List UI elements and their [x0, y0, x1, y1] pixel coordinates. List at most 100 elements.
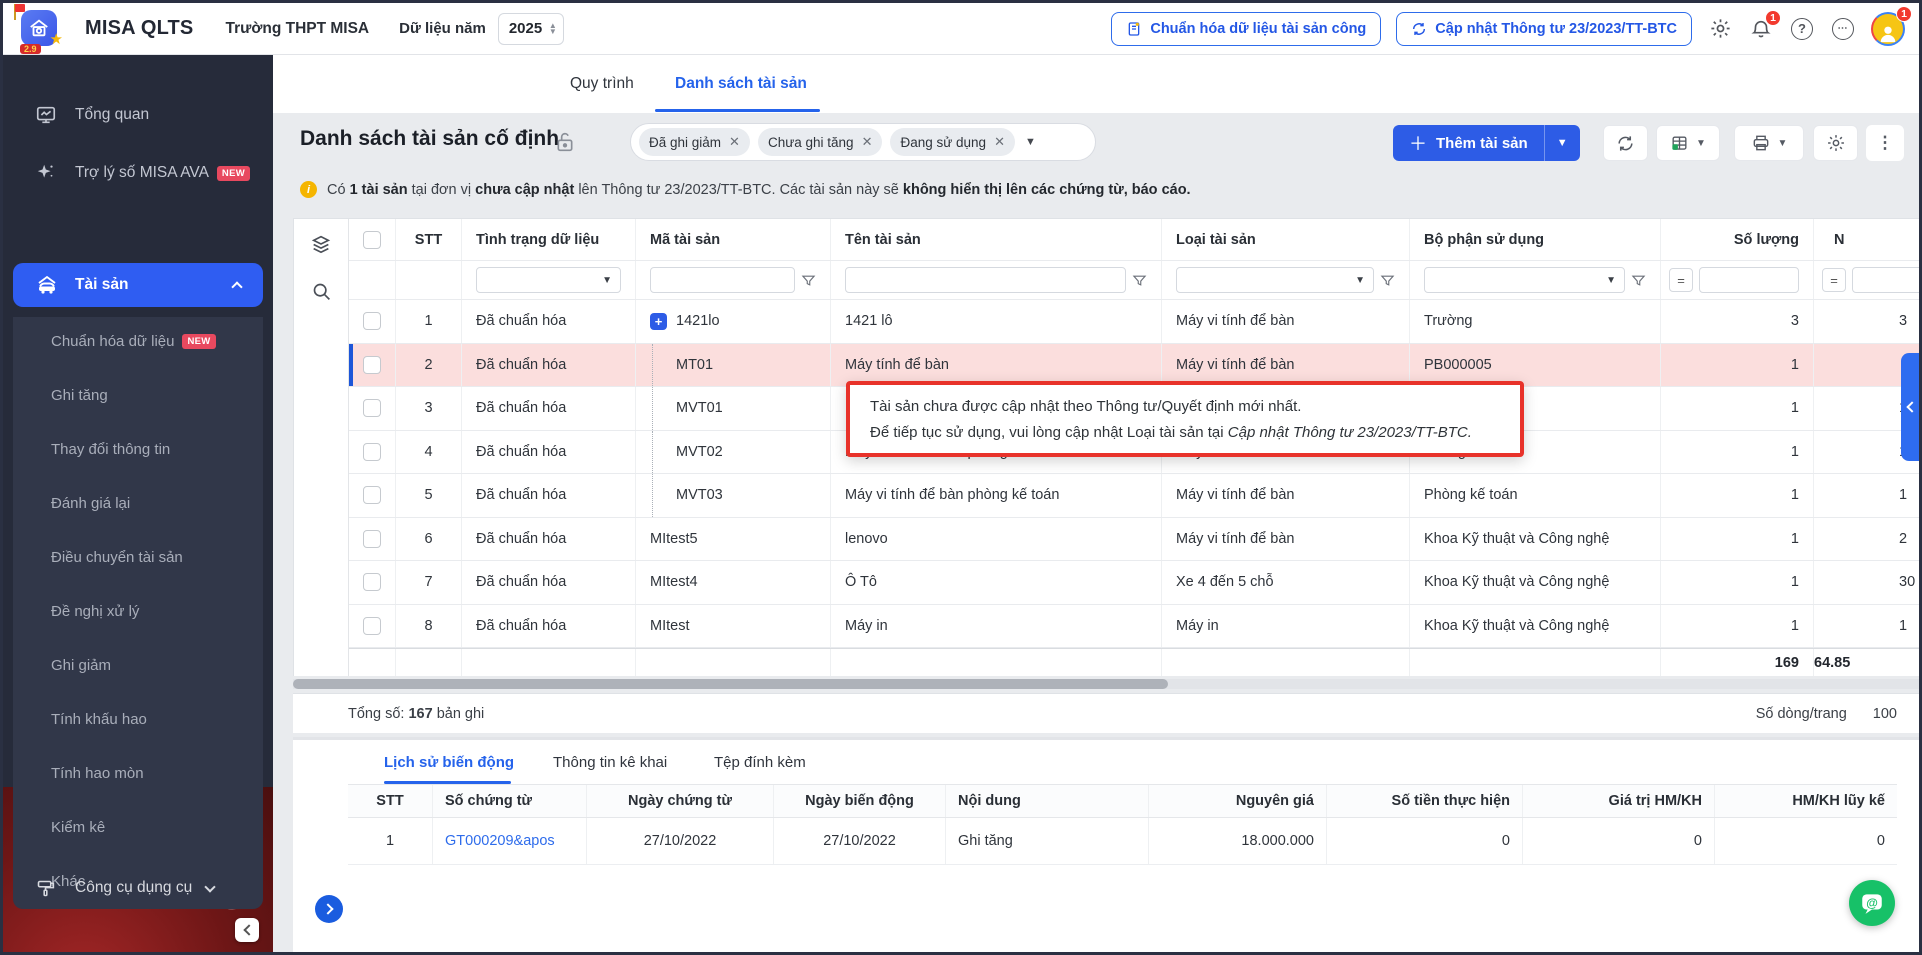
sidebar-collapse-button[interactable] [235, 918, 259, 942]
side-panel-toggle[interactable] [1901, 353, 1919, 461]
expand-plus-icon[interactable]: + [650, 313, 667, 330]
col-so-luong[interactable]: Số lượng [1661, 219, 1814, 260]
type-filter-select[interactable]: ▼ [1176, 267, 1374, 293]
row-checkbox[interactable] [363, 486, 381, 504]
submenu-ghi-giam[interactable]: Ghi giảm [3, 645, 253, 685]
horizontal-scrollbar[interactable] [293, 679, 1922, 689]
equals-operator[interactable]: = [1822, 268, 1846, 292]
close-icon[interactable]: ✕ [862, 134, 873, 150]
scrollbar-thumb[interactable] [293, 679, 1168, 689]
filter-chip[interactable]: Chưa ghi tăng✕ [758, 128, 883, 156]
close-icon[interactable]: ✕ [994, 134, 1005, 150]
chip-dropdown-caret-icon[interactable]: ▼ [1025, 136, 1036, 148]
user-avatar[interactable]: 1 [1871, 12, 1905, 46]
submenu-ghi-tang[interactable]: Ghi tăng [3, 375, 253, 415]
filter-chip[interactable]: Đang sử dụng✕ [890, 128, 1015, 156]
row-checkbox[interactable] [363, 443, 381, 461]
notification-badge: 1 [1765, 10, 1781, 26]
filter-chip[interactable]: Đã ghi giảm✕ [639, 128, 750, 156]
organization-name[interactable]: Trường THPT MISA [225, 20, 369, 38]
add-asset-split-button[interactable]: ＋ Thêm tài sản ▼ [1393, 125, 1580, 161]
tooltip-link[interactable]: Cập nhật Thông tư 23/2023/TT-BTC. [1228, 424, 1472, 441]
more-apps-icon[interactable]: ⋯ [1830, 16, 1856, 42]
table-settings-button[interactable] [1813, 125, 1858, 161]
equals-operator[interactable]: = [1669, 268, 1693, 292]
app-window: ★ 2.9 MISA QLTS Trường THPT MISA Dữ liệu… [0, 0, 1922, 955]
qty-filter-input[interactable] [1699, 267, 1799, 293]
tab-thong-tin-ke-khai[interactable]: Thông tin kê khai [553, 740, 667, 784]
notifications-bell-icon[interactable]: 1 [1748, 16, 1774, 42]
row-checkbox[interactable] [363, 312, 381, 330]
total-cost: 64.85 [1814, 649, 1922, 676]
funnel-filter-icon[interactable] [801, 273, 816, 288]
update-circular-button[interactable]: Cập nhật Thông tư 23/2023/TT-BTC [1396, 12, 1692, 46]
more-options-button[interactable]: ⋮ [1866, 125, 1904, 161]
year-selector[interactable]: 2025 ▲▼ [498, 13, 564, 45]
export-excel-button[interactable]: ▼ [1656, 125, 1720, 161]
sidebar-item-tai-san[interactable]: Tài sản [13, 263, 263, 307]
tab-tep-dinh-kem[interactable]: Tệp đính kèm [714, 740, 806, 784]
table-row[interactable]: 7 Đã chuẩn hóa MItest4 Ô Tô Xe 4 đến 5 c… [349, 561, 1922, 605]
row-checkbox[interactable] [363, 573, 381, 591]
print-button[interactable]: ▼ [1734, 125, 1804, 161]
add-asset-button[interactable]: ＋ Thêm tài sản [1393, 125, 1544, 161]
table-row[interactable]: 1 Đã chuẩn hóa +1421lo 1421 lô Máy vi tí… [349, 300, 1922, 344]
col-nguyen-gia[interactable]: N [1814, 219, 1922, 260]
dept-filter-select[interactable]: ▼ [1424, 267, 1625, 293]
rows-per-page-value[interactable]: 100 [1873, 706, 1897, 722]
refresh-button[interactable] [1603, 125, 1648, 161]
tab-danh-sach-tai-san[interactable]: Danh sách tài sản [675, 55, 807, 113]
standardize-public-assets-button[interactable]: Chuẩn hóa dữ liệu tài sản công [1111, 12, 1381, 46]
sidebar-item-tong-quan[interactable]: Tổng quan [3, 93, 273, 137]
sidebar-item-misa-ava[interactable]: Trợ lý số MISA AVA NEW [3, 151, 273, 195]
table-row[interactable]: 5 Đã chuẩn hóa MVT03 Máy vi tính để bàn … [349, 474, 1922, 518]
row-checkbox[interactable] [363, 617, 381, 635]
info-warning-icon: i [300, 181, 317, 198]
code-filter-input[interactable] [650, 267, 795, 293]
settings-gear-icon[interactable] [1707, 16, 1733, 42]
submenu-de-nghi-xu-ly[interactable]: Đề nghị xử lý [3, 591, 253, 631]
search-icon[interactable] [311, 281, 332, 302]
row-checkbox[interactable] [363, 356, 381, 374]
year-stepper[interactable]: ▲▼ [549, 23, 557, 35]
col-ten-tai-san[interactable]: Tên tài sản [831, 219, 1162, 260]
submenu-tinh-khau-hao[interactable]: Tính khấu hao [3, 699, 253, 739]
col-loai-tai-san[interactable]: Loại tài sản [1162, 219, 1410, 260]
layers-icon[interactable] [310, 233, 332, 255]
submenu-kiem-ke[interactable]: Kiểm kê [3, 807, 253, 847]
history-row[interactable]: 1 GT000209&apos 27/10/2022 27/10/2022 Gh… [348, 818, 1897, 865]
col-tinh-trang[interactable]: Tình trạng dữ liệu [462, 219, 636, 260]
status-filter-select[interactable]: ▼ [476, 267, 621, 293]
table-row[interactable]: 6 Đã chuẩn hóa MItest5 lenovo Máy vi tín… [349, 518, 1922, 562]
document-link[interactable]: GT000209&apos [445, 833, 555, 849]
submenu-danh-gia-lai[interactable]: Đánh giá lại [3, 483, 253, 523]
close-icon[interactable]: ✕ [729, 134, 740, 150]
tooltip-line2: Để tiếp tục sử dụng, vui lòng cập nhật L… [870, 420, 1500, 446]
expand-panel-button[interactable] [315, 895, 343, 923]
funnel-filter-icon[interactable] [1132, 273, 1147, 288]
help-icon[interactable]: ? [1789, 16, 1815, 42]
submenu-thay-doi-thong-tin[interactable]: Thay đổi thông tin [3, 429, 253, 469]
support-chat-button[interactable]: @ [1849, 880, 1895, 926]
row-checkbox[interactable] [363, 399, 381, 417]
tab-lich-su-bien-dong[interactable]: Lịch sử biến động [384, 740, 514, 784]
sidebar-item-cong-cu-dung-cu[interactable]: Công cụ dụng cụ [3, 868, 273, 908]
row-checkbox[interactable] [363, 530, 381, 548]
submenu-chuan-hoa-du-lieu[interactable]: Chuẩn hóa dữ liệu NEW [3, 321, 253, 361]
tab-quy-trinh[interactable]: Quy trình [570, 55, 634, 113]
name-filter-input[interactable] [845, 267, 1126, 293]
submenu-tinh-hao-mon[interactable]: Tính hao mòn [3, 753, 253, 793]
select-all-checkbox[interactable] [363, 231, 381, 249]
extra-filter-input[interactable] [1852, 267, 1922, 293]
funnel-filter-icon[interactable] [1380, 273, 1395, 288]
funnel-filter-icon[interactable] [1631, 273, 1646, 288]
col-stt[interactable]: STT [396, 219, 462, 260]
submenu-dieu-chuyen-tai-san[interactable]: Điều chuyển tài sản [3, 537, 253, 577]
col-ma-tai-san[interactable]: Mã tài sản [636, 219, 831, 260]
update-required-tooltip: Tài sản chưa được cập nhật theo Thông tư… [846, 381, 1524, 457]
table-row[interactable]: 8 Đã chuẩn hóa MItest Máy in Máy in Khoa… [349, 605, 1922, 649]
add-asset-dropdown[interactable]: ▼ [1544, 125, 1580, 161]
excel-grid-icon [1670, 134, 1689, 153]
lock-open-icon[interactable] [555, 131, 575, 153]
col-bo-phan-su-dung[interactable]: Bộ phận sử dụng [1410, 219, 1661, 260]
